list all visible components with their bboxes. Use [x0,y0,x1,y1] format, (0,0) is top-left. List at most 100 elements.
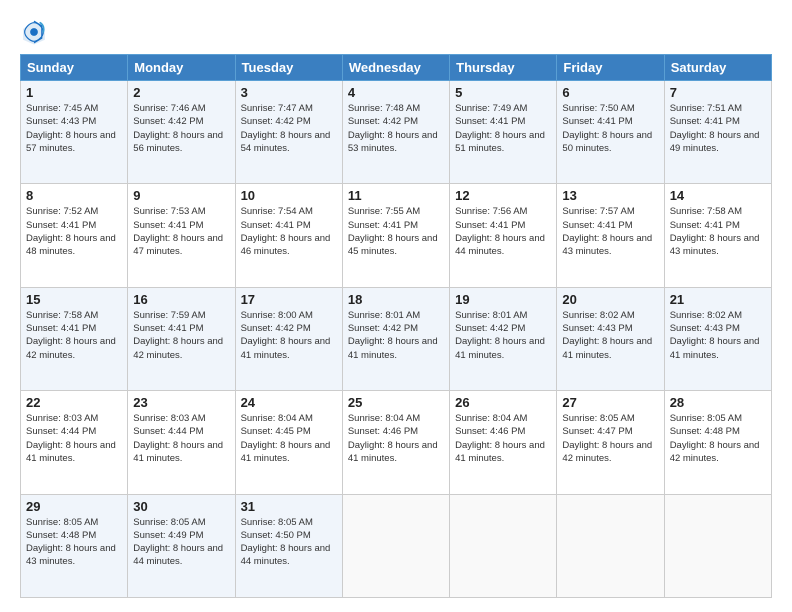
logo [20,18,52,46]
day-number: 2 [133,85,229,100]
day-number: 1 [26,85,122,100]
day-number: 9 [133,188,229,203]
calendar-cell: 26 Sunrise: 8:04 AM Sunset: 4:46 PM Dayli… [450,391,557,494]
day-number: 11 [348,188,444,203]
header [20,18,772,46]
day-number: 12 [455,188,551,203]
day-info: Sunrise: 8:05 AM Sunset: 4:47 PM Dayligh… [562,412,658,465]
day-number: 10 [241,188,337,203]
calendar-cell [664,494,771,597]
calendar-week-5: 29 Sunrise: 8:05 AM Sunset: 4:48 PM Dayli… [21,494,772,597]
day-number: 8 [26,188,122,203]
logo-icon [20,18,48,46]
day-number: 27 [562,395,658,410]
day-number: 21 [670,292,766,307]
day-info: Sunrise: 7:58 AM Sunset: 4:41 PM Dayligh… [26,309,122,362]
day-info: Sunrise: 7:59 AM Sunset: 4:41 PM Dayligh… [133,309,229,362]
day-number: 20 [562,292,658,307]
day-number: 19 [455,292,551,307]
weekday-header-row: Sunday Monday Tuesday Wednesday Thursday… [21,55,772,81]
header-saturday: Saturday [664,55,771,81]
day-info: Sunrise: 8:04 AM Sunset: 4:45 PM Dayligh… [241,412,337,465]
calendar-week-3: 15 Sunrise: 7:58 AM Sunset: 4:41 PM Dayli… [21,287,772,390]
calendar-table: Sunday Monday Tuesday Wednesday Thursday… [20,54,772,598]
day-info: Sunrise: 7:51 AM Sunset: 4:41 PM Dayligh… [670,102,766,155]
calendar-cell [450,494,557,597]
day-info: Sunrise: 8:05 AM Sunset: 4:48 PM Dayligh… [26,516,122,569]
day-number: 3 [241,85,337,100]
calendar-cell: 19Sunrise: 8:01 AM Sunset: 4:42 PM Dayli… [450,287,557,390]
day-number: 22 [26,395,122,410]
day-number: 17 [241,292,337,307]
day-number: 29 [26,499,122,514]
day-info: Sunrise: 7:46 AM Sunset: 4:42 PM Dayligh… [133,102,229,155]
day-number: 28 [670,395,766,410]
calendar-week-2: 8 Sunrise: 7:52 AM Sunset: 4:41 PM Daylig… [21,184,772,287]
day-number: 16 [133,292,229,307]
calendar-cell: 1 Sunrise: 7:45 AM Sunset: 4:43 PM Daylig… [21,81,128,184]
day-number: 18 [348,292,444,307]
calendar-cell: 29 Sunrise: 8:05 AM Sunset: 4:48 PM Dayli… [21,494,128,597]
day-number: 31 [241,499,337,514]
day-number: 30 [133,499,229,514]
calendar-cell: 30 Sunrise: 8:05 AM Sunset: 4:49 PM Dayli… [128,494,235,597]
header-sunday: Sunday [21,55,128,81]
calendar-cell: 16 Sunrise: 7:59 AM Sunset: 4:41 PM Dayli… [128,287,235,390]
calendar-cell: 3 Sunrise: 7:47 AM Sunset: 4:42 PM Daylig… [235,81,342,184]
day-number: 25 [348,395,444,410]
day-number: 6 [562,85,658,100]
header-monday: Monday [128,55,235,81]
calendar-page: Sunday Monday Tuesday Wednesday Thursday… [0,0,792,612]
day-info: Sunrise: 8:02 AM Sunset: 4:43 PM Dayligh… [562,309,658,362]
day-info: Sunrise: 8:05 AM Sunset: 4:49 PM Dayligh… [133,516,229,569]
day-info: Sunrise: 8:03 AM Sunset: 4:44 PM Dayligh… [133,412,229,465]
calendar-cell: 10 Sunrise: 7:54 AM Sunset: 4:41 PM Dayli… [235,184,342,287]
calendar-cell: 11Sunrise: 7:55 AM Sunset: 4:41 PM Dayli… [342,184,449,287]
calendar-cell: 20 Sunrise: 8:02 AM Sunset: 4:43 PM Dayli… [557,287,664,390]
calendar-cell: 23 Sunrise: 8:03 AM Sunset: 4:44 PM Dayli… [128,391,235,494]
calendar-cell: 17 Sunrise: 8:00 AM Sunset: 4:42 PM Dayli… [235,287,342,390]
calendar-cell: 15 Sunrise: 7:58 AM Sunset: 4:41 PM Dayli… [21,287,128,390]
calendar-cell: 24Sunrise: 8:04 AM Sunset: 4:45 PM Dayli… [235,391,342,494]
day-info: Sunrise: 7:53 AM Sunset: 4:41 PM Dayligh… [133,205,229,258]
calendar-cell: 25 Sunrise: 8:04 AM Sunset: 4:46 PM Dayli… [342,391,449,494]
day-info: Sunrise: 7:58 AM Sunset: 4:41 PM Dayligh… [670,205,766,258]
calendar-cell: 22 Sunrise: 8:03 AM Sunset: 4:44 PM Dayli… [21,391,128,494]
header-thursday: Thursday [450,55,557,81]
calendar-cell: 8 Sunrise: 7:52 AM Sunset: 4:41 PM Daylig… [21,184,128,287]
day-info: Sunrise: 7:47 AM Sunset: 4:42 PM Dayligh… [241,102,337,155]
day-info: Sunrise: 8:00 AM Sunset: 4:42 PM Dayligh… [241,309,337,362]
calendar-cell: 27 Sunrise: 8:05 AM Sunset: 4:47 PM Dayli… [557,391,664,494]
day-info: Sunrise: 8:05 AM Sunset: 4:48 PM Dayligh… [670,412,766,465]
day-info: Sunrise: 7:52 AM Sunset: 4:41 PM Dayligh… [26,205,122,258]
day-info: Sunrise: 8:04 AM Sunset: 4:46 PM Dayligh… [348,412,444,465]
day-number: 5 [455,85,551,100]
calendar-cell: 6 Sunrise: 7:50 AM Sunset: 4:41 PM Daylig… [557,81,664,184]
header-wednesday: Wednesday [342,55,449,81]
header-tuesday: Tuesday [235,55,342,81]
day-number: 15 [26,292,122,307]
day-number: 26 [455,395,551,410]
day-info: Sunrise: 8:04 AM Sunset: 4:46 PM Dayligh… [455,412,551,465]
day-number: 7 [670,85,766,100]
day-info: Sunrise: 8:01 AM Sunset: 4:42 PM Dayligh… [348,309,444,362]
day-info: Sunrise: 7:45 AM Sunset: 4:43 PM Dayligh… [26,102,122,155]
calendar-week-1: 1 Sunrise: 7:45 AM Sunset: 4:43 PM Daylig… [21,81,772,184]
day-info: Sunrise: 7:49 AM Sunset: 4:41 PM Dayligh… [455,102,551,155]
day-info: Sunrise: 7:56 AM Sunset: 4:41 PM Dayligh… [455,205,551,258]
calendar-cell: 31 Sunrise: 8:05 AM Sunset: 4:50 PM Dayli… [235,494,342,597]
calendar-cell: 21Sunrise: 8:02 AM Sunset: 4:43 PM Dayli… [664,287,771,390]
day-number: 14 [670,188,766,203]
day-number: 23 [133,395,229,410]
calendar-cell: 12 Sunrise: 7:56 AM Sunset: 4:41 PM Dayli… [450,184,557,287]
day-info: Sunrise: 7:54 AM Sunset: 4:41 PM Dayligh… [241,205,337,258]
day-info: Sunrise: 7:50 AM Sunset: 4:41 PM Dayligh… [562,102,658,155]
calendar-cell: 9 Sunrise: 7:53 AM Sunset: 4:41 PM Daylig… [128,184,235,287]
day-info: Sunrise: 7:48 AM Sunset: 4:42 PM Dayligh… [348,102,444,155]
day-info: Sunrise: 8:05 AM Sunset: 4:50 PM Dayligh… [241,516,337,569]
calendar-cell: 4Sunrise: 7:48 AM Sunset: 4:42 PM Daylig… [342,81,449,184]
day-info: Sunrise: 8:03 AM Sunset: 4:44 PM Dayligh… [26,412,122,465]
calendar-cell: 13 Sunrise: 7:57 AM Sunset: 4:41 PM Dayli… [557,184,664,287]
day-info: Sunrise: 7:57 AM Sunset: 4:41 PM Dayligh… [562,205,658,258]
day-number: 13 [562,188,658,203]
